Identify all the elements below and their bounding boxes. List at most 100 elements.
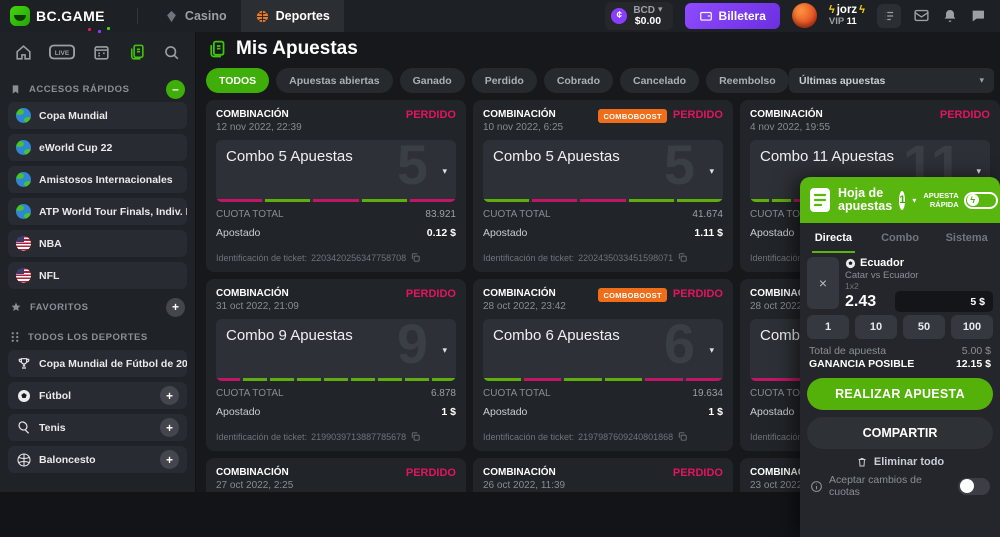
total-odds-label: CUOTA TOTAL: [216, 388, 284, 399]
leg-segment: [362, 199, 408, 202]
chevron-down-icon[interactable]: ▾: [976, 166, 981, 177]
total-odds-label: CUOTA TOTAL: [483, 388, 551, 399]
chevron-down-icon[interactable]: ▾: [442, 166, 447, 177]
betslip-tab-combo[interactable]: Combo: [867, 223, 934, 253]
staked-value: 0.12 $: [427, 227, 456, 239]
currency-selector[interactable]: ¢ BCD▾ $0.00: [605, 2, 672, 31]
chevron-down-icon[interactable]: ▾: [709, 166, 714, 177]
copy-icon[interactable]: [677, 252, 688, 263]
sidebar-item-label: Amistosos Internacionales: [39, 174, 173, 186]
wallet-button[interactable]: Billetera: [685, 3, 780, 29]
clear-all-button[interactable]: Eliminar todo: [800, 456, 1000, 468]
search-icon[interactable]: [162, 43, 181, 62]
soccer-icon: [845, 258, 856, 269]
leg-segment: [243, 378, 267, 381]
my-bets-icon[interactable]: [127, 43, 146, 62]
sort-dropdown[interactable]: Últimas apuestas ▾: [789, 68, 994, 93]
bet-card[interactable]: COMBINACIÓN 27 oct 2022, 2:25 PERDIDO: [206, 458, 466, 492]
sidebar-item-atp-world-tour-finals-indiv-masc[interactable]: ATP World Tour Finals, Indiv. Masc.: [8, 198, 187, 225]
chevron-down-icon[interactable]: ▾: [912, 196, 916, 205]
betslip-tab-sistema[interactable]: Sistema: [933, 223, 1000, 253]
chevron-down-icon: ▾: [658, 5, 663, 15]
filter-chip-apuestas-abiertas[interactable]: Apuestas abiertas: [276, 68, 392, 93]
filter-chip-cancelado[interactable]: Cancelado: [620, 68, 699, 93]
filter-chip-cobrado[interactable]: Cobrado: [544, 68, 613, 93]
sidebar-item-nfl[interactable]: NFL: [8, 262, 187, 289]
nav-tab-deportes[interactable]: Deportes: [241, 0, 344, 32]
quick-amount-10[interactable]: 10: [855, 315, 897, 339]
sidebar-item-futbol[interactable]: Fútbol +: [8, 382, 187, 409]
sort-value: Últimas apuestas: [799, 75, 885, 87]
sidebar-item-copa-mundial-de-futbol-de-2022[interactable]: Copa Mundial de Fútbol de 2022: [8, 350, 187, 377]
vip-level: 11: [847, 16, 857, 27]
legs-progress: [483, 199, 723, 202]
expand-button[interactable]: +: [160, 450, 179, 469]
quick-bet-toggle[interactable]: APUESTARÁPIDA ϟ: [923, 191, 997, 209]
quick-bet-switch[interactable]: ϟ: [964, 192, 998, 209]
remove-selection-button[interactable]: ×: [807, 257, 839, 309]
mail-icon[interactable]: [913, 7, 930, 24]
quick-amount-1[interactable]: 1: [807, 315, 849, 339]
sidebar-item-eworld-cup-22[interactable]: eWorld Cup 22: [8, 134, 187, 161]
sidebar-item-baloncesto[interactable]: Baloncesto +: [8, 446, 187, 473]
calendar-icon[interactable]: [92, 43, 111, 62]
bookmark-icon: [10, 84, 21, 95]
copy-icon[interactable]: [410, 252, 421, 263]
combo-panel[interactable]: Combo 5 Apuestas 5 ▾: [483, 140, 723, 202]
leg-segment: [532, 199, 578, 202]
expand-button[interactable]: +: [160, 418, 179, 437]
basketball-icon: [255, 9, 270, 24]
bet-list-button[interactable]: [877, 4, 901, 28]
sidebar-item-tenis[interactable]: Tenis +: [8, 414, 187, 441]
filter-chip-ganado[interactable]: Ganado: [400, 68, 465, 93]
expand-button[interactable]: +: [160, 386, 179, 405]
avatar[interactable]: [792, 3, 817, 28]
add-favorite-button[interactable]: +: [166, 298, 185, 317]
chevron-down-icon[interactable]: ▾: [442, 345, 447, 356]
bet-type: COMBINACIÓN: [216, 109, 302, 120]
filter-chip-reembolso[interactable]: Reembolso: [706, 68, 789, 93]
total-odds-value: 83.921: [425, 209, 456, 220]
staked-label: Apostado: [750, 227, 794, 239]
leg-segment: [686, 378, 724, 381]
bet-card[interactable]: COMBINACIÓN 31 oct 2022, 21:09 PERDIDO C…: [206, 279, 466, 451]
copy-icon[interactable]: [677, 431, 688, 442]
trophy-icon: [16, 356, 31, 371]
user-info[interactable]: ϟjorzϟ VIP 11: [829, 4, 865, 28]
collapse-button[interactable]: –: [166, 80, 185, 99]
sidebar-item-amistosos-internacionales[interactable]: Amistosos Internacionales: [8, 166, 187, 193]
bell-icon[interactable]: [942, 8, 958, 24]
filter-chip-todos[interactable]: TODOS: [206, 68, 269, 93]
betslip-tab-directa[interactable]: Directa: [800, 223, 867, 253]
bet-date: 26 oct 2022, 11:39: [483, 480, 565, 491]
quick-amount-50[interactable]: 50: [903, 315, 945, 339]
share-button[interactable]: COMPARTIR: [807, 417, 993, 449]
bet-card[interactable]: COMBINACIÓN 10 nov 2022, 6:25 COMBOBOOST…: [473, 100, 733, 272]
status-badge: PERDIDO: [673, 288, 723, 300]
total-value: 5.00 $: [962, 345, 991, 357]
bcgame-logo[interactable]: BC.GAME: [10, 6, 111, 26]
combo-panel[interactable]: Combo 6 Apuestas 6 ▾: [483, 319, 723, 381]
quick-amount-100[interactable]: 100: [951, 315, 993, 339]
sidebar-item-copa-mundial[interactable]: Copa Mundial: [8, 102, 187, 129]
place-bet-button[interactable]: REALIZAR APUESTA: [807, 378, 993, 410]
ticket-id-label: Identificación de ticket:: [216, 253, 307, 263]
nav-tab-casino[interactable]: Casino: [150, 0, 241, 32]
bet-card[interactable]: COMBINACIÓN 28 oct 2022, 23:42 COMBOBOOS…: [473, 279, 733, 451]
copy-icon[interactable]: [410, 431, 421, 442]
sidebar-item-nba[interactable]: NBA: [8, 230, 187, 257]
combo-panel[interactable]: Combo 9 Apuestas 9 ▾: [216, 319, 456, 381]
chat-icon[interactable]: [970, 8, 986, 24]
home-icon[interactable]: [14, 43, 33, 62]
chevron-down-icon[interactable]: ▾: [709, 345, 714, 356]
bet-card[interactable]: COMBINACIÓN 26 oct 2022, 11:39 PERDIDO: [473, 458, 733, 492]
wallet-icon: [699, 9, 713, 23]
live-icon[interactable]: LIVE: [49, 44, 75, 60]
filter-chip-perdido[interactable]: Perdido: [472, 68, 537, 93]
stake-input[interactable]: [895, 291, 993, 312]
grid-icon: [10, 331, 20, 343]
combo-panel[interactable]: Combo 5 Apuestas 5 ▾: [216, 140, 456, 202]
bet-card[interactable]: COMBINACIÓN 12 nov 2022, 22:39 PERDIDO C…: [206, 100, 466, 272]
leg-segment: [297, 378, 321, 381]
basketball-icon: [16, 452, 31, 467]
